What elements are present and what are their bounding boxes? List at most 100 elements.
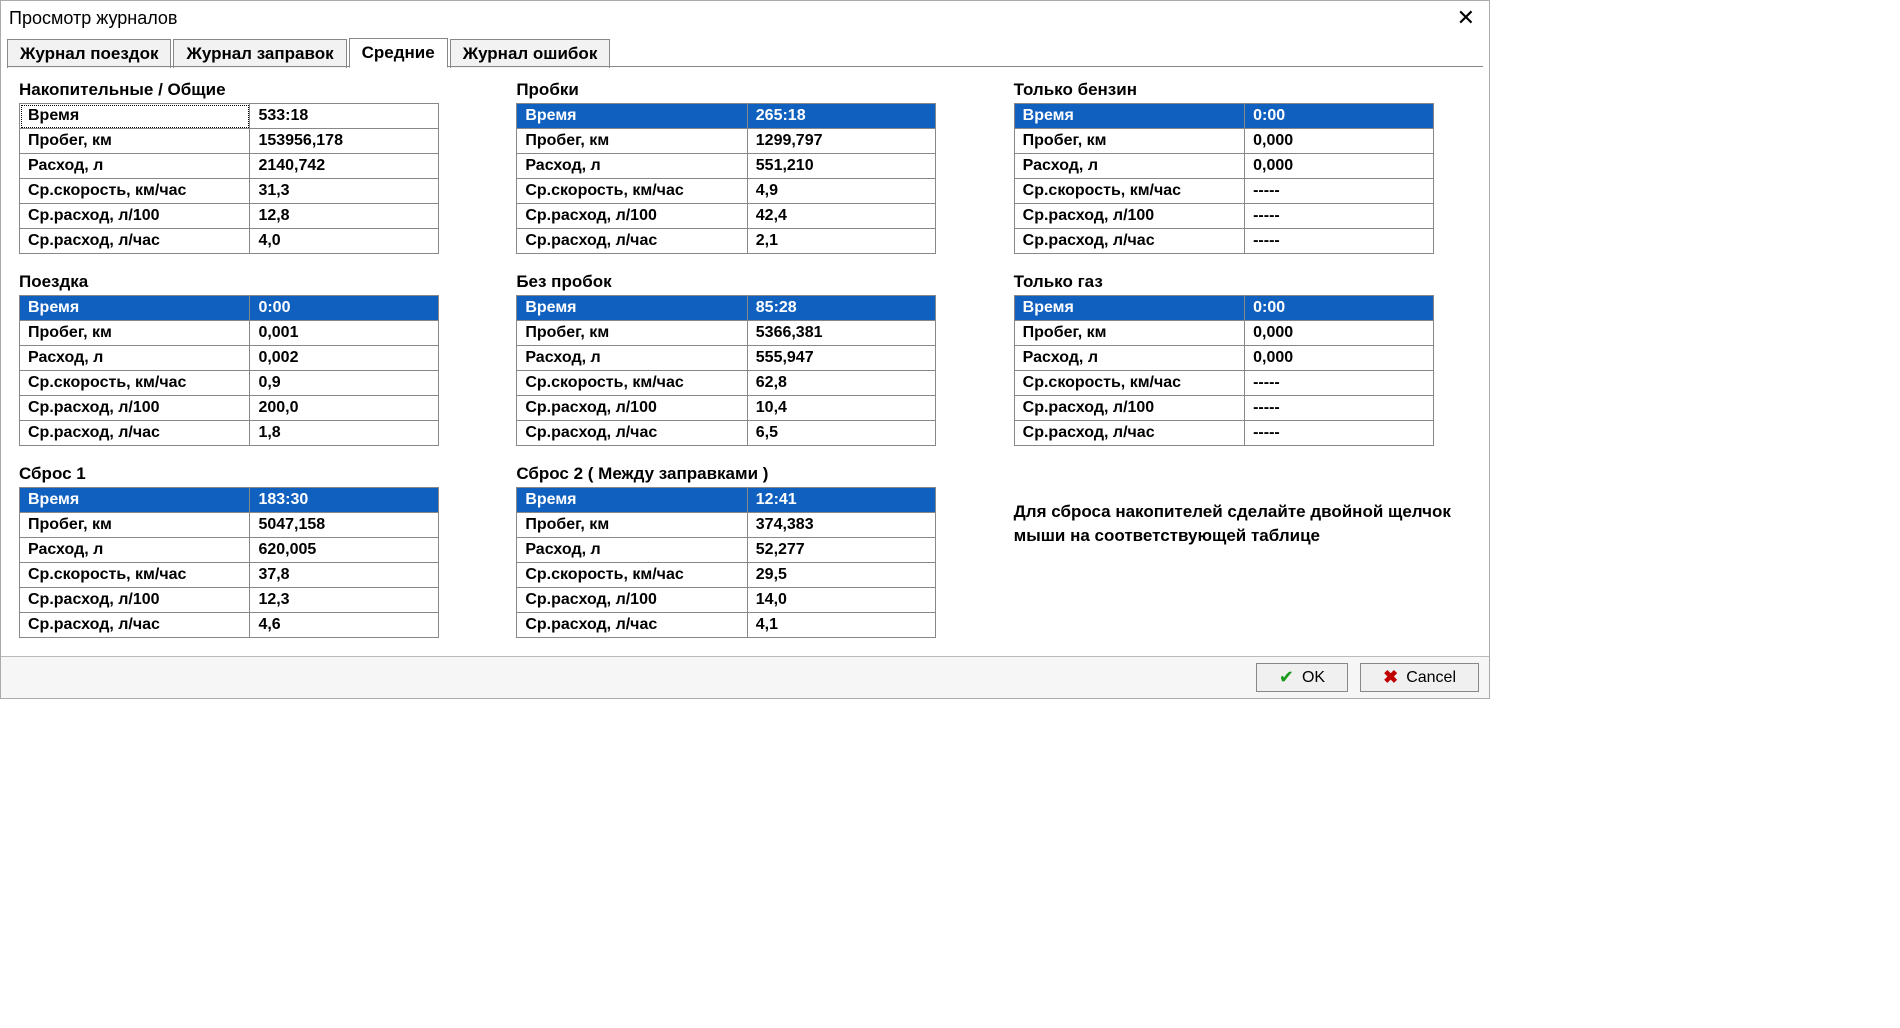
row-label: Ср.расход, л/час [1014,421,1244,446]
cancel-button-label: Cancel [1406,669,1456,687]
table-row[interactable]: Расход, л0,002 [20,346,439,371]
row-label: Ср.расход, л/час [20,613,250,638]
table-row[interactable]: Ср.расход, л/10010,4 [517,396,936,421]
table-row[interactable]: Ср.расход, л/100200,0 [20,396,439,421]
table-row[interactable]: Ср.скорость, км/час37,8 [20,563,439,588]
table-row[interactable]: Время533:18 [20,104,439,129]
table-row[interactable]: Время85:28 [517,296,936,321]
stats-table-gas_only[interactable]: Время0:00Пробег, км0,000Расход, л0,000Ср… [1014,295,1434,446]
row-label: Ср.расход, л/час [517,229,747,254]
row-label: Ср.расход, л/100 [1014,396,1244,421]
table-row[interactable]: Пробег, км0,001 [20,321,439,346]
tab-bar: Журнал поездок Журнал заправок Средние Ж… [1,37,1489,67]
content-grid: Накопительные / ОбщиеВремя533:18Пробег, … [1,68,1489,656]
table-row[interactable]: Время12:41 [517,488,936,513]
row-label: Расход, л [20,538,250,563]
table-row[interactable]: Ср.расход, л/час4,6 [20,613,439,638]
block-title-cumulative: Накопительные / Общие [19,80,476,100]
cancel-button[interactable]: ✖ Cancel [1360,663,1479,692]
stats-table-trip[interactable]: Время0:00Пробег, км0,001Расход, л0,002Ср… [19,295,439,446]
row-label: Время [517,104,747,129]
row-label: Ср.расход, л/100 [517,588,747,613]
row-value: 12,3 [250,588,439,613]
table-row[interactable]: Ср.расход, л/10014,0 [517,588,936,613]
table-row[interactable]: Пробег, км5366,381 [517,321,936,346]
table-row[interactable]: Время0:00 [1014,104,1433,129]
table-row[interactable]: Ср.расход, л/час1,8 [20,421,439,446]
row-value: 6,5 [747,421,936,446]
ok-button[interactable]: ✔ OK [1256,663,1348,692]
table-row[interactable]: Ср.расход, л/10042,4 [517,204,936,229]
stats-table-cumulative[interactable]: Время533:18Пробег, км153956,178Расход, л… [19,103,439,254]
row-value: 0:00 [1245,296,1434,321]
row-value: 533:18 [250,104,439,129]
row-label: Ср.расход, л/100 [1014,204,1244,229]
table-row[interactable]: Время183:30 [20,488,439,513]
reset-hint-text: Для сброса накопителей сделайте двойной … [1014,464,1471,638]
stats-table-petrol_only[interactable]: Время0:00Пробег, км0,000Расход, л0,000Ср… [1014,103,1434,254]
row-label: Время [20,488,250,513]
table-row[interactable]: Ср.расход, л/10012,8 [20,204,439,229]
tab-trips[interactable]: Журнал поездок [7,39,171,68]
table-row[interactable]: Ср.скорость, км/час31,3 [20,179,439,204]
table-row[interactable]: Расход, л620,005 [20,538,439,563]
row-label: Расход, л [1014,346,1244,371]
table-row[interactable]: Ср.расход, л/100----- [1014,204,1433,229]
row-value: 0:00 [250,296,439,321]
row-label: Ср.скорость, км/час [517,563,747,588]
row-label: Ср.скорость, км/час [1014,179,1244,204]
row-value: 10,4 [747,396,936,421]
table-row[interactable]: Ср.расход, л/час2,1 [517,229,936,254]
table-row[interactable]: Расход, л52,277 [517,538,936,563]
stats-table-reset2[interactable]: Время12:41Пробег, км374,383Расход, л52,2… [516,487,936,638]
table-row[interactable]: Пробег, км5047,158 [20,513,439,538]
row-label: Расход, л [20,154,250,179]
row-label: Пробег, км [517,513,747,538]
tab-averages[interactable]: Средние [349,38,448,68]
table-row[interactable]: Ср.расход, л/час----- [1014,421,1433,446]
ok-button-label: OK [1302,669,1325,687]
table-row[interactable]: Пробег, км0,000 [1014,321,1433,346]
table-row[interactable]: Расход, л2140,742 [20,154,439,179]
row-label: Время [20,296,250,321]
tab-refuels[interactable]: Журнал заправок [173,39,346,68]
row-label: Время [20,104,250,129]
stats-table-traffic[interactable]: Время265:18Пробег, км1299,797Расход, л55… [516,103,936,254]
table-row[interactable]: Пробег, км1299,797 [517,129,936,154]
row-value: 1299,797 [747,129,936,154]
table-row[interactable]: Ср.скорость, км/час0,9 [20,371,439,396]
close-icon[interactable]: ✕ [1451,5,1481,31]
table-row[interactable]: Пробег, км153956,178 [20,129,439,154]
table-row[interactable]: Ср.скорость, км/час----- [1014,371,1433,396]
stats-table-reset1[interactable]: Время183:30Пробег, км5047,158Расход, л62… [19,487,439,638]
table-row[interactable]: Ср.скорость, км/час62,8 [517,371,936,396]
row-label: Ср.скорость, км/час [517,371,747,396]
table-row[interactable]: Ср.расход, л/час6,5 [517,421,936,446]
row-value: 85:28 [747,296,936,321]
table-row[interactable]: Ср.скорость, км/час4,9 [517,179,936,204]
tab-errors[interactable]: Журнал ошибок [450,39,611,68]
stats-table-no_traffic[interactable]: Время85:28Пробег, км5366,381Расход, л555… [516,295,936,446]
table-row[interactable]: Ср.расход, л/100----- [1014,396,1433,421]
row-value: 2140,742 [250,154,439,179]
table-row[interactable]: Время0:00 [20,296,439,321]
table-row[interactable]: Расход, л555,947 [517,346,936,371]
row-value: 1,8 [250,421,439,446]
table-row[interactable]: Расход, л551,210 [517,154,936,179]
table-row[interactable]: Ср.расход, л/час4,0 [20,229,439,254]
row-value: 2,1 [747,229,936,254]
table-row[interactable]: Пробег, км374,383 [517,513,936,538]
row-value: ----- [1245,396,1434,421]
table-row[interactable]: Ср.скорость, км/час29,5 [517,563,936,588]
table-row[interactable]: Время265:18 [517,104,936,129]
table-row[interactable]: Время0:00 [1014,296,1433,321]
table-row[interactable]: Расход, л0,000 [1014,346,1433,371]
table-row[interactable]: Ср.расход, л/час4,1 [517,613,936,638]
table-row[interactable]: Ср.скорость, км/час----- [1014,179,1433,204]
table-row[interactable]: Ср.расход, л/час----- [1014,229,1433,254]
table-row[interactable]: Расход, л0,000 [1014,154,1433,179]
row-value: 62,8 [747,371,936,396]
table-row[interactable]: Пробег, км0,000 [1014,129,1433,154]
row-value: 183:30 [250,488,439,513]
table-row[interactable]: Ср.расход, л/10012,3 [20,588,439,613]
